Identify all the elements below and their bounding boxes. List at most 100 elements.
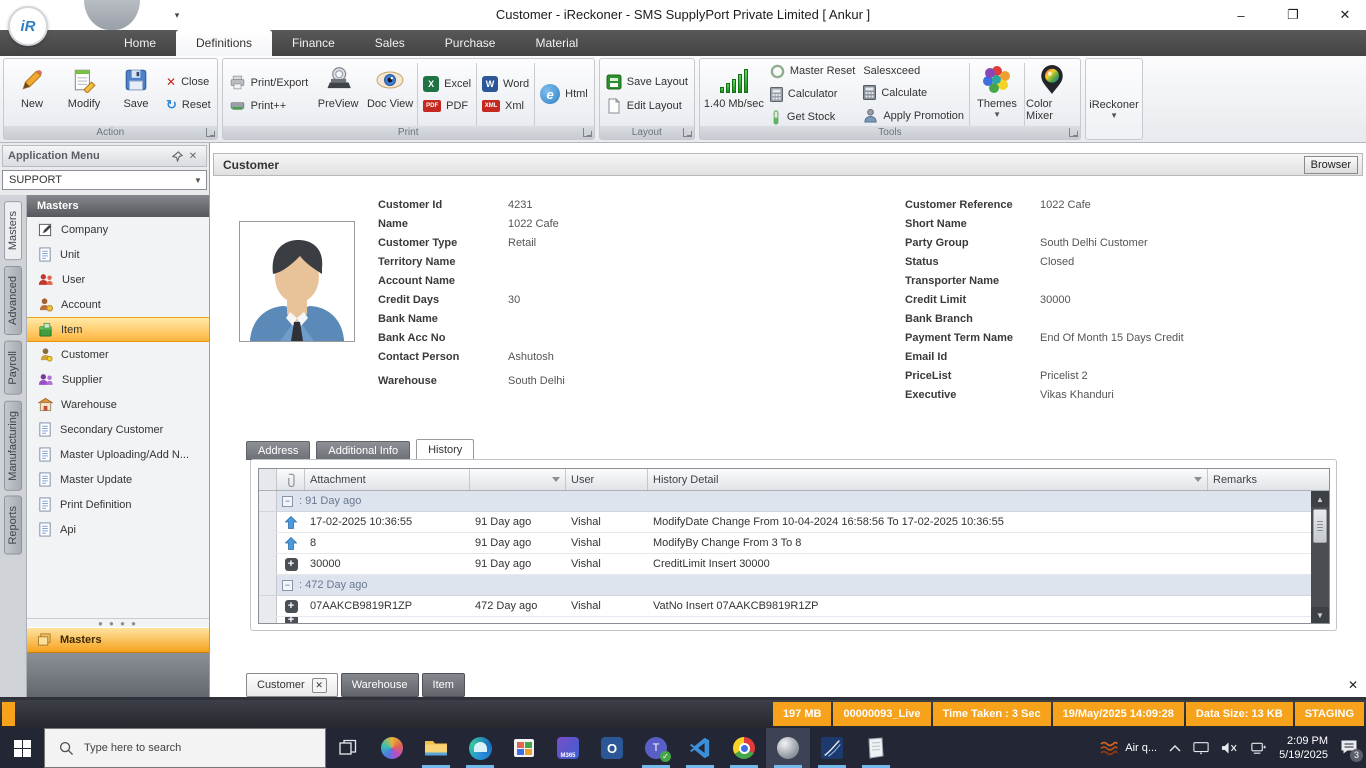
color-mixer-button[interactable]: Color Mixer	[1026, 61, 1078, 127]
ribbon-tab-home[interactable]: Home	[104, 30, 176, 56]
taskbar-copilot[interactable]	[370, 728, 414, 768]
history-row[interactable]: + 30000 91 Day ago Vishal CreditLimit In…	[259, 554, 1311, 575]
sidebar-item-unit[interactable]: Unit	[27, 242, 209, 267]
taskbar-store[interactable]	[502, 728, 546, 768]
themes-button[interactable]: Themes▼	[971, 61, 1023, 127]
collapse-icon[interactable]: −	[282, 580, 293, 591]
tab-address[interactable]: Address	[246, 441, 310, 460]
doc-view-button[interactable]: Doc View	[364, 61, 416, 127]
print-dialog-launcher-icon[interactable]	[583, 128, 592, 137]
close-button[interactable]: ✕	[1332, 4, 1358, 26]
column-header-attachment[interactable]: Attachment	[305, 469, 470, 490]
taskbar-vscode[interactable]	[678, 728, 722, 768]
history-row[interactable]: 8 91 Day ago Vishal ModifyBy Change From…	[259, 533, 1311, 554]
close-form-button[interactable]: ✕Close	[166, 75, 211, 89]
sidebar-item-item[interactable]: Item	[27, 317, 209, 342]
action-dialog-launcher-icon[interactable]	[206, 128, 215, 137]
column-header-user[interactable]: User	[566, 469, 648, 490]
ireckoner-menu-button[interactable]: iReckoner▼	[1088, 61, 1140, 127]
sidebar-item-master-uploading[interactable]: Master Uploading/Add N...	[27, 442, 209, 467]
volume-muted-icon[interactable]	[1221, 741, 1238, 755]
save-layout-button[interactable]: Save Layout	[606, 74, 688, 90]
scroll-up-icon[interactable]: ▲	[1311, 491, 1329, 507]
scroll-down-icon[interactable]: ▼	[1311, 607, 1329, 623]
taskbar-m365[interactable]: M365	[546, 728, 590, 768]
master-reset-button[interactable]: Master Reset	[770, 64, 855, 79]
tools-dialog-launcher-icon[interactable]	[1069, 128, 1078, 137]
doc-tab-close-icon[interactable]: ✕	[312, 678, 327, 693]
ribbon-tab-finance[interactable]: Finance	[272, 30, 355, 56]
save-button[interactable]: Save	[110, 61, 162, 127]
edit-layout-button[interactable]: Edit Layout	[606, 98, 688, 114]
word-button[interactable]: WWord	[482, 76, 529, 92]
ribbon-tab-definitions[interactable]: Definitions	[176, 30, 272, 56]
calculator-button[interactable]: Calculator	[770, 87, 855, 102]
rail-tab-reports[interactable]: Reports	[4, 496, 22, 555]
new-button[interactable]: New	[6, 61, 58, 127]
taskbar-search[interactable]: Type here to search	[44, 728, 326, 768]
layout-dialog-launcher-icon[interactable]	[683, 128, 692, 137]
sidebar-item-secondary-customer[interactable]: Secondary Customer	[27, 417, 209, 442]
network-icon[interactable]	[1250, 741, 1267, 755]
column-header-age[interactable]	[470, 469, 566, 490]
rail-tab-masters[interactable]: Masters	[4, 201, 22, 260]
print-plus-button[interactable]: Print++	[229, 98, 308, 113]
collapse-icon[interactable]: −	[282, 496, 293, 507]
doc-tab-warehouse[interactable]: Warehouse	[341, 673, 419, 697]
cast-icon[interactable]	[1193, 741, 1209, 755]
column-header-remarks[interactable]: Remarks	[1208, 469, 1329, 490]
salesxceed-button[interactable]: Salesxceed	[863, 65, 964, 77]
tab-history[interactable]: History	[416, 439, 474, 460]
ribbon-tab-purchase[interactable]: Purchase	[425, 30, 516, 56]
start-button[interactable]	[0, 728, 44, 768]
xml-button[interactable]: XMLXml	[482, 100, 529, 112]
tab-strip-close-icon[interactable]: ✕	[1348, 678, 1358, 692]
filter-icon[interactable]	[552, 477, 560, 482]
excel-button[interactable]: XExcel	[423, 76, 471, 92]
taskbar-ssms[interactable]	[810, 728, 854, 768]
tab-additional-info[interactable]: Additional Info	[316, 441, 410, 460]
column-header-history-detail[interactable]: History Detail	[648, 469, 1208, 490]
minimize-button[interactable]: –	[1228, 4, 1254, 26]
notification-center-button[interactable]: 3	[1340, 739, 1358, 758]
rail-tab-payroll[interactable]: Payroll	[4, 341, 22, 395]
taskbar-edge[interactable]	[458, 728, 502, 768]
restore-button[interactable]: ❐	[1280, 4, 1306, 26]
sidebar-item-warehouse[interactable]: Warehouse	[27, 392, 209, 417]
apply-promotion-button[interactable]: Apply Promotion	[863, 108, 964, 123]
masters-bottom-button[interactable]: Masters	[27, 627, 209, 653]
taskbar-teams[interactable]: T✓	[634, 728, 678, 768]
ribbon-tab-material[interactable]: Material	[515, 30, 598, 56]
html-button[interactable]: e Html	[540, 84, 588, 104]
print-export-button[interactable]: Print/Export	[229, 75, 308, 90]
history-row[interactable]: + 07AAKCB9819R1ZP 472 Day ago Vishal Vat…	[259, 596, 1311, 617]
sidebar-item-account[interactable]: Account	[27, 292, 209, 317]
app-logo[interactable]: iR	[8, 6, 48, 46]
filter-icon[interactable]	[1194, 477, 1202, 482]
reset-button[interactable]: ↻Reset	[166, 97, 211, 113]
sidebar-item-api[interactable]: Api	[27, 517, 209, 542]
taskbar-clock[interactable]: 2:09 PM 5/19/2025	[1279, 734, 1328, 762]
rail-tab-advanced[interactable]: Advanced	[4, 266, 22, 335]
profile-dropdown[interactable]: SUPPORT ▼	[2, 170, 207, 190]
sidebar-item-print-definition[interactable]: Print Definition	[27, 492, 209, 517]
calculate-button[interactable]: Calculate	[863, 85, 964, 100]
group-row-91-days[interactable]: −: 91 Day ago	[259, 491, 1311, 512]
rail-tab-manufacturing[interactable]: Manufacturing	[4, 401, 22, 491]
sidebar-item-master-update[interactable]: Master Update	[27, 467, 209, 492]
pdf-button[interactable]: PDFPDF	[423, 100, 471, 112]
group-row-472-days[interactable]: −: 472 Day ago	[259, 575, 1311, 596]
sidebar-splitter[interactable]: ● ● ● ●	[27, 618, 209, 627]
doc-tab-item[interactable]: Item	[422, 673, 465, 697]
browser-button[interactable]: Browser	[1304, 156, 1358, 174]
sidebar-item-supplier[interactable]: Supplier	[27, 367, 209, 392]
taskbar-chrome[interactable]	[722, 728, 766, 768]
sidebar-item-customer[interactable]: Customer	[27, 342, 209, 367]
scrollbar-thumb[interactable]	[1313, 509, 1327, 543]
taskbar-ireckoner[interactable]	[766, 728, 810, 768]
taskbar-outlook[interactable]: O	[590, 728, 634, 768]
grid-vertical-scrollbar[interactable]: ▲ ▼	[1311, 491, 1329, 623]
get-stock-button[interactable]: Get Stock	[770, 110, 855, 125]
tray-expand-chevron-icon[interactable]	[1169, 744, 1181, 752]
taskbar-notepad[interactable]	[854, 728, 898, 768]
